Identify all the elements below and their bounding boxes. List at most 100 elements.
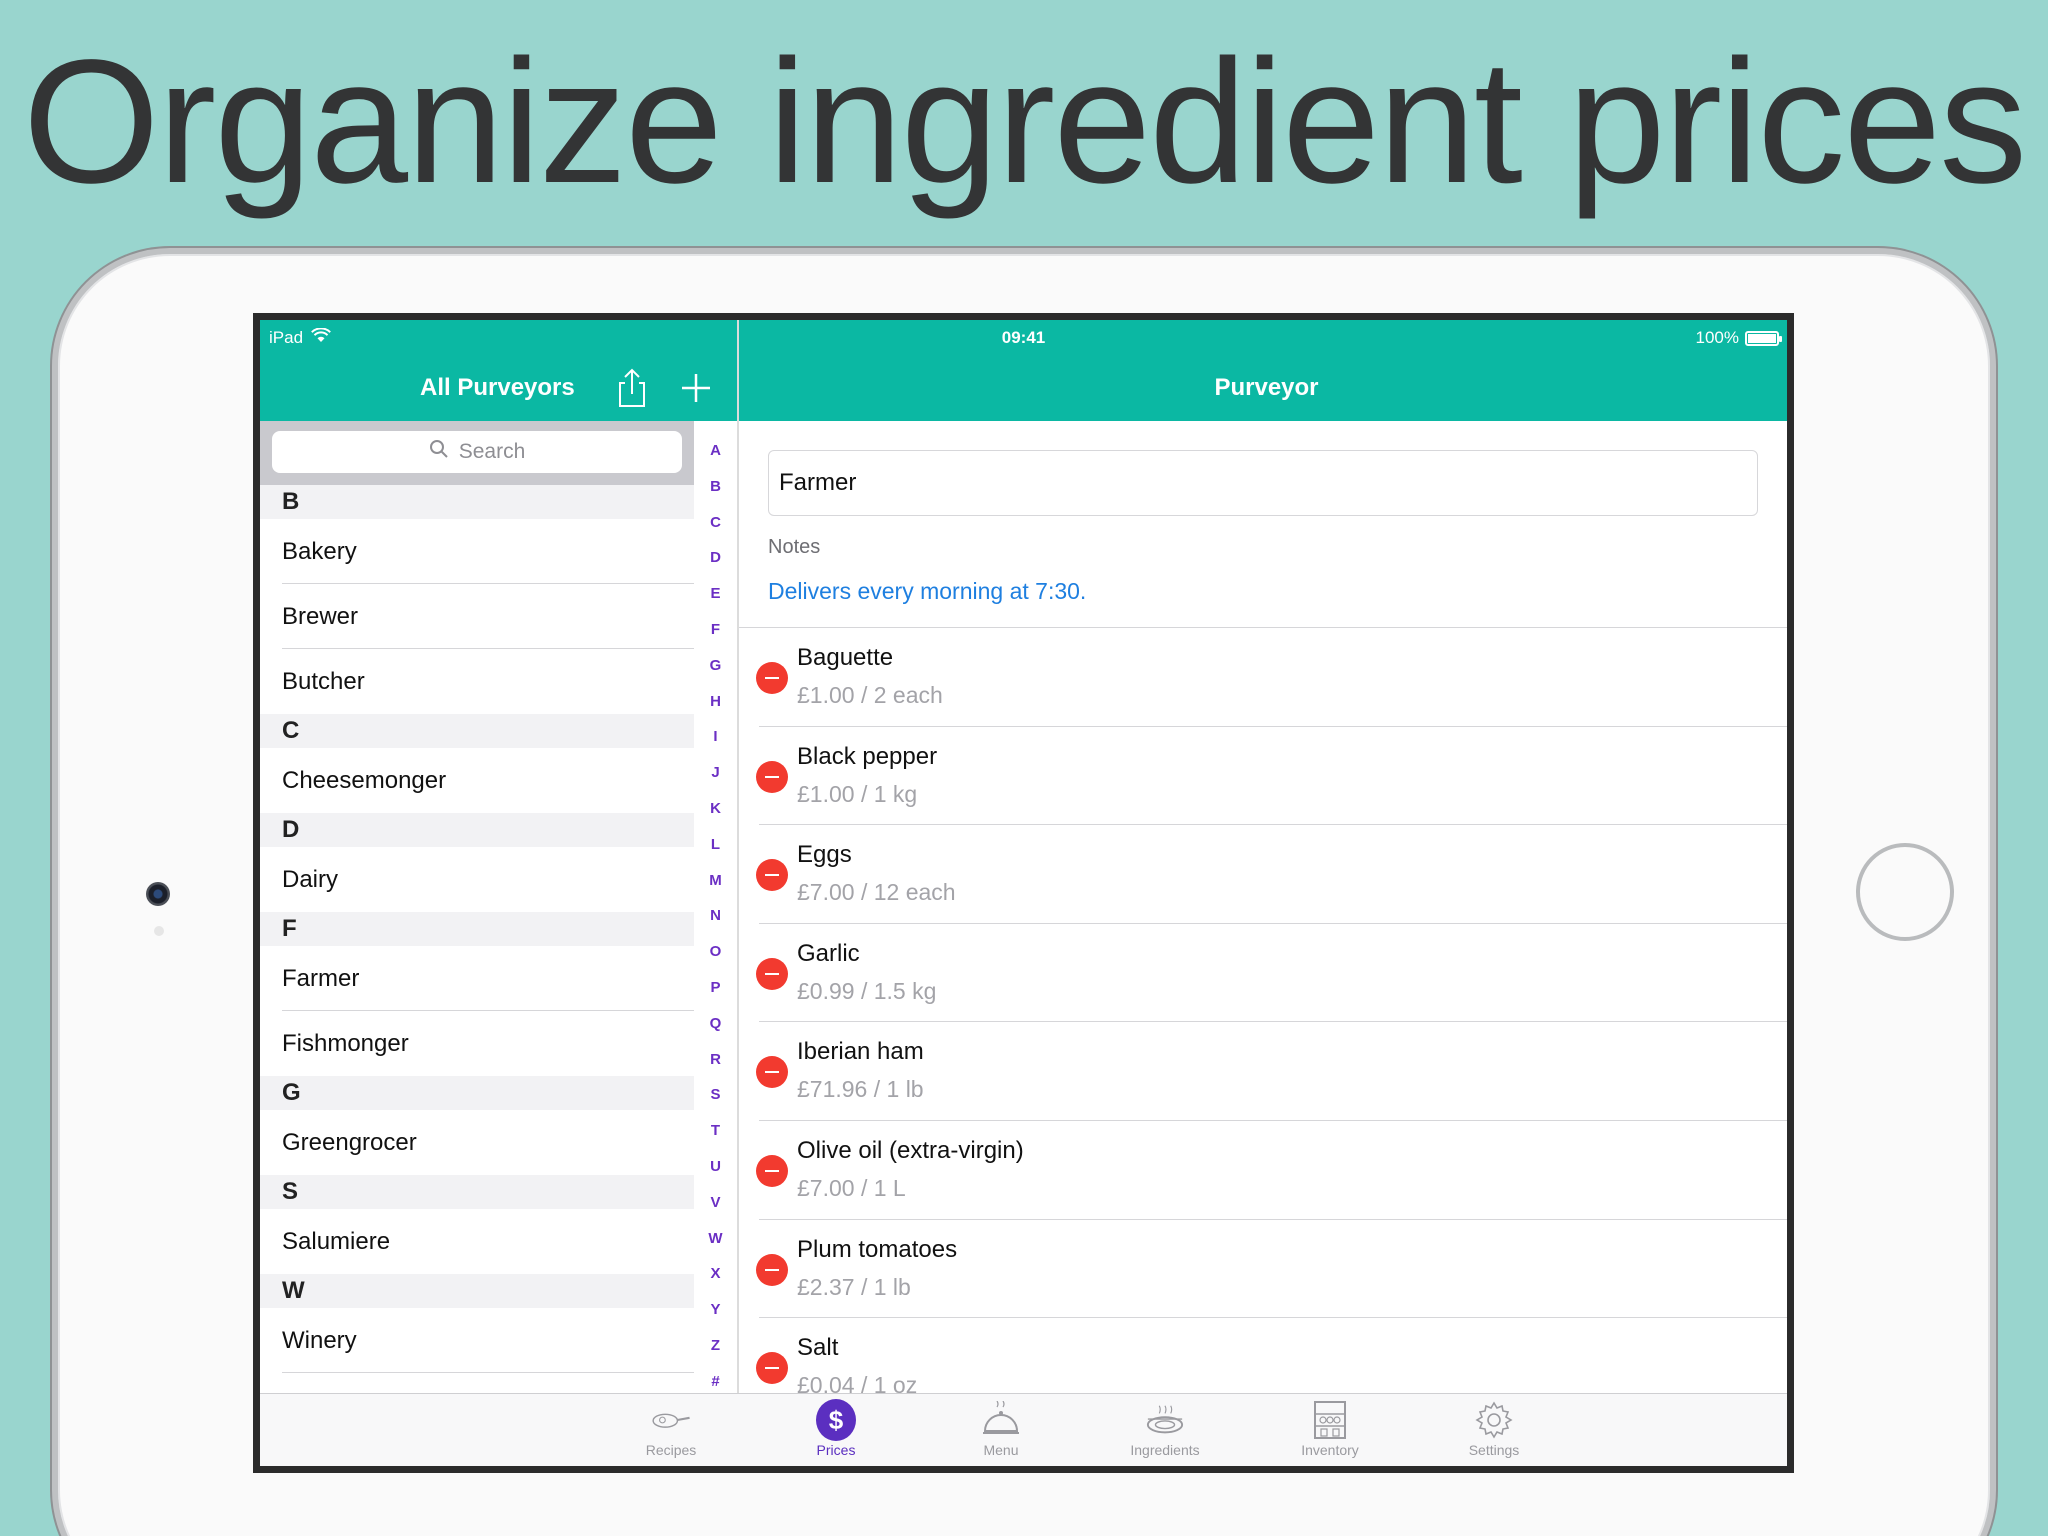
- tab-inventory[interactable]: Inventory: [1275, 1394, 1385, 1466]
- purveyor-detail-panel: Farmer Notes Delivers every morning at 7…: [739, 421, 1787, 1393]
- status-bar: iPad 09:41 100%: [260, 320, 1787, 354]
- ingredient-row[interactable]: Baguette £1.00 / 2 each: [739, 628, 1787, 727]
- delete-icon[interactable]: [756, 1352, 788, 1385]
- battery-percent: 100%: [1695, 328, 1739, 347]
- purveyor-name-field[interactable]: Farmer: [768, 450, 1758, 516]
- ingredient-list: Baguette £1.00 / 2 each Black pepper £1.00 …: [739, 628, 1787, 1393]
- index-letter[interactable]: W: [708, 1221, 722, 1257]
- ingredient-row[interactable]: Black pepper £1.00 / 1 kg: [739, 727, 1787, 826]
- purveyor-row[interactable]: Brewer: [260, 584, 694, 649]
- delete-icon[interactable]: [756, 760, 788, 793]
- index-letter[interactable]: G: [710, 648, 722, 684]
- index-letter[interactable]: S: [710, 1077, 720, 1113]
- index-letter[interactable]: R: [710, 1042, 721, 1078]
- ingredient-row[interactable]: Iberian ham £71.96 / 1 lb: [739, 1022, 1787, 1121]
- notes-text[interactable]: Delivers every morning at 7:30.: [768, 578, 1086, 605]
- index-letter[interactable]: T: [711, 1113, 720, 1149]
- index-letter[interactable]: U: [710, 1149, 721, 1185]
- purveyor-row[interactable]: Butcher: [260, 649, 694, 714]
- index-letter[interactable]: X: [710, 1256, 720, 1292]
- section-header: F: [260, 912, 694, 946]
- index-letter[interactable]: N: [710, 898, 721, 934]
- left-nav-title: All Purveyors: [420, 374, 575, 401]
- index-letter[interactable]: I: [713, 719, 717, 755]
- purveyor-row[interactable]: Dairy: [260, 847, 694, 912]
- purveyor-row[interactable]: Greengrocer: [260, 1110, 694, 1175]
- delete-icon[interactable]: [756, 1154, 788, 1187]
- purveyor-row[interactable]: Winery: [260, 1308, 694, 1373]
- tab-menu[interactable]: Menu: [946, 1394, 1056, 1466]
- index-letter[interactable]: M: [709, 863, 722, 899]
- section-header: G: [260, 1076, 694, 1110]
- home-button[interactable]: [1856, 843, 1954, 941]
- section-index[interactable]: A B C D E F G H I J K L M N O P Q R S T U V W X Y Z #: [694, 433, 737, 1393]
- index-letter[interactable]: P: [710, 970, 720, 1006]
- tab-label: Prices: [816, 1442, 856, 1458]
- shelves-icon: [1310, 1400, 1350, 1440]
- ingredient-row[interactable]: Olive oil (extra-virgin) £7.00 / 1 L: [739, 1121, 1787, 1220]
- index-letter[interactable]: C: [710, 505, 721, 541]
- tab-label: Recipes: [645, 1442, 697, 1458]
- add-icon[interactable]: [674, 366, 718, 410]
- section-header: D: [260, 813, 694, 847]
- index-letter[interactable]: L: [711, 827, 720, 863]
- tab-prices[interactable]: $ Prices: [781, 1394, 891, 1466]
- index-letter[interactable]: Y: [710, 1292, 720, 1328]
- search-bar: Search: [260, 421, 694, 485]
- index-letter[interactable]: K: [710, 791, 721, 827]
- ingredient-name: Iberian ham: [797, 1038, 924, 1066]
- frying-pan-icon: [651, 1400, 691, 1440]
- right-nav-bar: Purveyor: [739, 354, 1787, 421]
- delete-icon[interactable]: [756, 1253, 788, 1286]
- ingredient-row[interactable]: Plum tomatoes £2.37 / 1 lb: [739, 1220, 1787, 1319]
- ingredient-price: £71.96 / 1 lb: [797, 1076, 924, 1103]
- index-letter[interactable]: Q: [710, 1006, 722, 1042]
- tab-recipes[interactable]: Recipes: [616, 1394, 726, 1466]
- search-icon: [429, 439, 449, 465]
- tab-label: Inventory: [1301, 1442, 1359, 1458]
- index-letter[interactable]: J: [711, 755, 719, 791]
- right-nav-title: Purveyor: [1214, 374, 1319, 401]
- delete-icon[interactable]: [756, 957, 788, 990]
- index-letter[interactable]: B: [710, 469, 721, 505]
- index-letter[interactable]: V: [710, 1185, 720, 1221]
- purveyor-row[interactable]: Salumiere: [260, 1209, 694, 1274]
- light-sensor: [154, 926, 164, 936]
- app-screen: iPad 09:41 100% All Purveyors Purveyor S…: [253, 313, 1794, 1473]
- headline: Organize ingredient prices: [22, 24, 2027, 220]
- purveyor-row[interactable]: Farmer: [260, 946, 694, 1011]
- index-letter[interactable]: H: [710, 684, 721, 720]
- ingredient-price: £1.00 / 2 each: [797, 682, 943, 708]
- ingredient-row[interactable]: Garlic £0.99 / 1.5 kg: [739, 924, 1787, 1023]
- ingredient-name: Eggs: [797, 841, 852, 869]
- ingredient-row[interactable]: Salt £0.04 / 1 oz: [739, 1318, 1787, 1393]
- share-icon[interactable]: [610, 366, 654, 410]
- index-letter[interactable]: #: [711, 1364, 719, 1393]
- index-letter[interactable]: O: [710, 934, 722, 970]
- index-letter[interactable]: A: [710, 433, 721, 469]
- ingredient-name: Salt: [797, 1334, 839, 1362]
- dollar-icon: $: [816, 1399, 856, 1441]
- tab-label: Settings: [1468, 1442, 1520, 1458]
- cloche-icon: [981, 1400, 1021, 1440]
- delete-icon[interactable]: [756, 662, 788, 694]
- section-header: W: [260, 1274, 694, 1308]
- pot-icon: [1145, 1400, 1185, 1440]
- ingredient-row[interactable]: Eggs £7.00 / 12 each: [739, 825, 1787, 924]
- purveyor-row[interactable]: Fishmonger: [260, 1011, 694, 1076]
- index-letter[interactable]: Z: [711, 1328, 720, 1364]
- clock: 09:41: [1001, 328, 1046, 347]
- tab-ingredients[interactable]: Ingredients: [1110, 1394, 1220, 1466]
- delete-icon[interactable]: [756, 1056, 788, 1089]
- tab-settings[interactable]: Settings: [1439, 1394, 1549, 1466]
- index-letter[interactable]: F: [711, 612, 720, 648]
- index-letter[interactable]: E: [710, 576, 720, 612]
- ingredient-price: £0.99 / 1.5 kg: [797, 977, 937, 1004]
- purveyor-row[interactable]: Cheesemonger: [260, 748, 694, 813]
- index-letter[interactable]: D: [710, 540, 721, 576]
- tab-bar: Recipes $ Prices Menu Ingredients Inventory Se…: [260, 1393, 1787, 1466]
- search-input[interactable]: Search: [272, 431, 682, 473]
- delete-icon[interactable]: [756, 859, 788, 892]
- purveyor-row[interactable]: Bakery: [260, 519, 694, 584]
- section-header: B: [260, 485, 694, 519]
